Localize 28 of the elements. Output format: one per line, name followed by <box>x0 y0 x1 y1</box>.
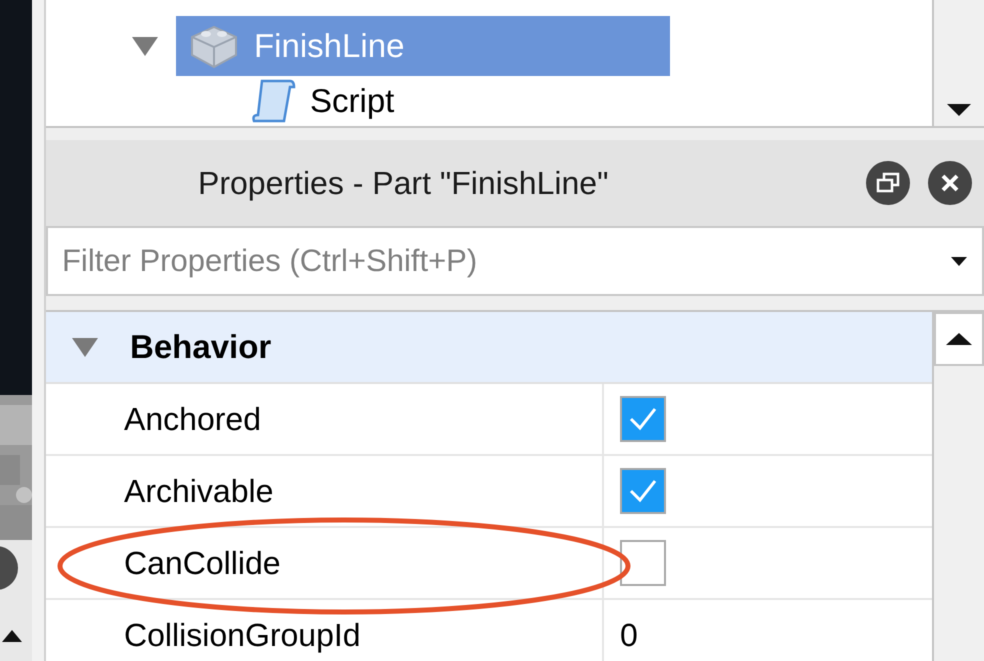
scroll-icon <box>250 77 296 125</box>
property-name: Archivable <box>124 472 274 511</box>
checkbox[interactable] <box>620 468 666 514</box>
close-button[interactable] <box>928 161 972 205</box>
scroll-up-button[interactable] <box>934 312 984 366</box>
category-row[interactable]: Behavior <box>46 312 932 384</box>
property-name: CanCollide <box>124 544 281 583</box>
property-name: CollisionGroupId <box>124 616 361 655</box>
dropdown-caret-icon[interactable] <box>950 255 968 267</box>
checkbox[interactable] <box>620 540 666 586</box>
filter-field[interactable]: Filter Properties (Ctrl+Shift+P) <box>46 226 984 296</box>
category-label: Behavior <box>130 327 272 368</box>
brick-icon <box>188 23 240 69</box>
scroll-up-icon <box>945 331 973 347</box>
expand-caret-icon[interactable] <box>130 34 160 58</box>
filter-input: Filter Properties (Ctrl+Shift+P) <box>62 238 950 284</box>
restore-icon <box>876 172 900 194</box>
property-value[interactable]: 0 <box>620 611 638 659</box>
checkmark-icon <box>628 405 658 433</box>
checkmark-icon <box>628 477 658 505</box>
close-icon <box>940 173 960 193</box>
collapse-caret-icon[interactable] <box>70 335 100 359</box>
scroll-up-icon[interactable] <box>0 628 24 644</box>
scroll-down-icon[interactable] <box>946 102 972 118</box>
panel-title: Properties - Part "FinishLine" <box>198 164 608 203</box>
checkbox[interactable] <box>620 396 666 442</box>
property-name: Anchored <box>124 400 261 439</box>
dock-button[interactable] <box>866 161 910 205</box>
